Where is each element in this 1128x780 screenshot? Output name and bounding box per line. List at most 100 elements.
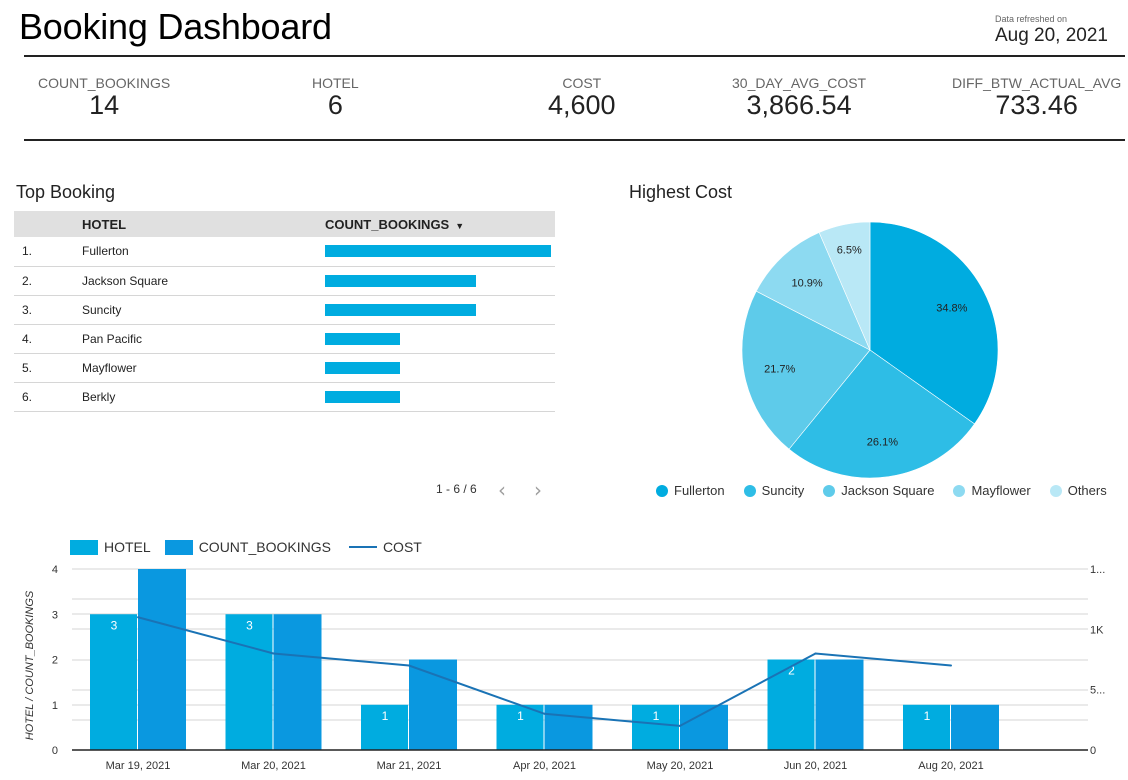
y-axis-tick-label: 4	[52, 564, 58, 576]
highest-cost-title: Highest Cost	[629, 182, 733, 202]
legend-label: Mayflower	[971, 483, 1031, 498]
bar-hotel[interactable]	[225, 614, 273, 750]
count-bookings-cell	[325, 266, 555, 296]
column-header-label: HOTEL	[82, 216, 127, 232]
y-axis-tick-label: 1	[52, 700, 58, 712]
line-point-cost[interactable]	[137, 616, 139, 619]
page-title: Booking Dashboard	[19, 6, 332, 47]
legend-dot-icon	[1049, 484, 1062, 497]
column-header-hotel[interactable]: HOTEL	[82, 211, 325, 237]
count-bookings-cell	[325, 382, 555, 412]
x-axis-tick-label: Aug 20, 2021	[918, 760, 983, 772]
legend-label-hotel[interactable]: HOTEL	[104, 539, 151, 555]
legend-label: Jackson Square	[841, 483, 935, 498]
legend-item-others[interactable]: Others	[1049, 483, 1107, 498]
legend-label: Others	[1067, 483, 1107, 498]
refresh-date: Aug 20, 2021	[994, 25, 1108, 46]
kpi-hotel[interactable]: HOTEL 6	[312, 75, 359, 119]
rank-cell: 3.	[14, 295, 82, 325]
hotel-cell: Fullerton	[82, 237, 325, 267]
bar-count-bookings[interactable]	[680, 704, 728, 750]
bar-count-bookings[interactable]	[138, 569, 186, 750]
table-row[interactable]: 2. Jackson Square	[14, 266, 555, 296]
legend-dot-icon	[743, 484, 756, 497]
pagination-text: 1 - 6 / 6	[436, 482, 477, 496]
legend-item-mayflower[interactable]: Mayflower	[953, 483, 1031, 498]
bar-hotel[interactable]	[90, 614, 137, 750]
kpi-scorecards: COUNT_BOOKINGS 14 HOTEL 6 COST 4,600 30_…	[24, 55, 1125, 141]
count-bookings-bar	[325, 390, 400, 403]
column-header-count-bookings[interactable]: COUNT_BOOKINGS ▼	[325, 211, 555, 237]
sort-desc-icon[interactable]: ▼	[455, 221, 464, 231]
legend-swatch-hotel	[70, 539, 98, 555]
x-axis-tick-label: Mar 21, 2021	[377, 760, 442, 772]
combo-chart-legend: HOTEL COUNT_BOOKINGS COST	[70, 539, 422, 555]
rank-header	[14, 211, 82, 237]
kpi-label: 30_DAY_AVG_COST	[732, 75, 867, 91]
bar-data-label: 3	[246, 618, 253, 632]
kpi-cost[interactable]: COST 4,600	[548, 75, 616, 119]
rank-cell: 2.	[14, 266, 82, 296]
line-point-cost[interactable]	[950, 664, 952, 667]
count-bookings-bar	[325, 303, 476, 316]
legend-label-cost[interactable]: COST	[383, 539, 422, 555]
legend-dot-icon	[823, 484, 836, 497]
chevron-right-icon: ›	[534, 478, 542, 502]
pie-slice-label: 10.9%	[792, 278, 823, 290]
rank-cell: 1.	[14, 237, 82, 267]
column-header-label: COUNT_BOOKINGS	[325, 216, 450, 232]
pie-slice-label: 26.1%	[867, 436, 898, 448]
bar-data-label: 1	[653, 709, 660, 723]
bar-data-label: 1	[382, 709, 389, 723]
rank-cell: 5.	[14, 353, 82, 383]
prev-page-button[interactable]: ‹	[498, 478, 506, 502]
table-row[interactable]: 1. Fullerton	[14, 237, 555, 267]
y2-axis-tick-label: 1...	[1090, 564, 1105, 576]
bar-count-bookings[interactable]	[544, 704, 593, 750]
line-point-cost[interactable]	[408, 664, 410, 667]
bar-count-bookings[interactable]	[273, 614, 322, 750]
table-row[interactable]: 4. Pan Pacific	[14, 324, 555, 354]
bookings-cost-combo-chart: 0 1 2 3 4 0 5... 1K 1... HOTEL / COUNT_BOOKINGS 3 M…	[24, 564, 1105, 772]
y-axis-tick-label: 2	[52, 655, 58, 667]
table-row[interactable]: 5. Mayflower	[14, 353, 555, 383]
hotel-cell: Jackson Square	[82, 266, 325, 296]
line-point-cost[interactable]	[272, 652, 275, 655]
kpi-diff-actual-avg[interactable]: DIFF_BTW_ACTUAL_AVG 733.46	[952, 75, 1121, 119]
count-bookings-bar	[325, 332, 400, 345]
legend-label-count-bookings[interactable]: COUNT_BOOKINGS	[199, 539, 331, 555]
pie-slice-label: 6.5%	[837, 245, 862, 257]
chevron-left-icon: ‹	[498, 478, 506, 502]
kpi-value: 6	[327, 90, 343, 120]
table-row[interactable]: 6. Berkly	[14, 382, 555, 412]
rank-cell: 4.	[14, 324, 82, 354]
bar-count-bookings[interactable]	[815, 659, 864, 751]
bar-count-bookings[interactable]	[951, 704, 999, 750]
legend-item-fullerton[interactable]: Fullerton	[656, 483, 725, 498]
x-axis-tick-label: Apr 20, 2021	[513, 760, 576, 772]
line-point-cost[interactable]	[814, 652, 817, 655]
x-axis-tick-label: Mar 20, 2021	[241, 760, 306, 772]
legend-item-suncity[interactable]: Suncity	[743, 483, 804, 498]
pie-slice-label: 21.7%	[764, 364, 795, 376]
y-axis-tick-label: 0	[52, 745, 58, 757]
line-point-cost[interactable]	[543, 712, 546, 715]
legend-dot-icon	[656, 484, 668, 497]
kpi-label: COST	[562, 75, 602, 91]
bar-data-label: 3	[111, 618, 118, 632]
legend-item-jackson-square[interactable]: Jackson Square	[823, 483, 934, 498]
table-header-row: HOTEL COUNT_BOOKINGS ▼	[14, 211, 555, 237]
table-row[interactable]: 3. Suncity	[14, 295, 555, 325]
kpi-label: HOTEL	[312, 75, 359, 91]
y2-axis-tick-label: 1K	[1090, 624, 1104, 636]
highest-cost-pie-chart: 34.8% 26.1% 21.7% 10.9% 6.5%	[741, 221, 999, 479]
x-axis-tick-label: May 20, 2021	[647, 760, 714, 772]
kpi-label: DIFF_BTW_ACTUAL_AVG	[952, 75, 1122, 91]
top-booking-table: HOTEL COUNT_BOOKINGS ▼ 1. Fullerton 2. Jacks…	[14, 211, 555, 412]
next-page-button[interactable]: ›	[534, 478, 542, 502]
bar-data-label: 1	[924, 709, 931, 723]
line-point-cost[interactable]	[679, 724, 681, 727]
data-refresh-info: Data refreshed on Aug 20, 2021	[995, 14, 1108, 47]
kpi-count-bookings[interactable]: COUNT_BOOKINGS 14	[38, 75, 170, 119]
kpi-30-day-avg-cost[interactable]: 30_DAY_AVG_COST 3,866.54	[732, 75, 866, 119]
